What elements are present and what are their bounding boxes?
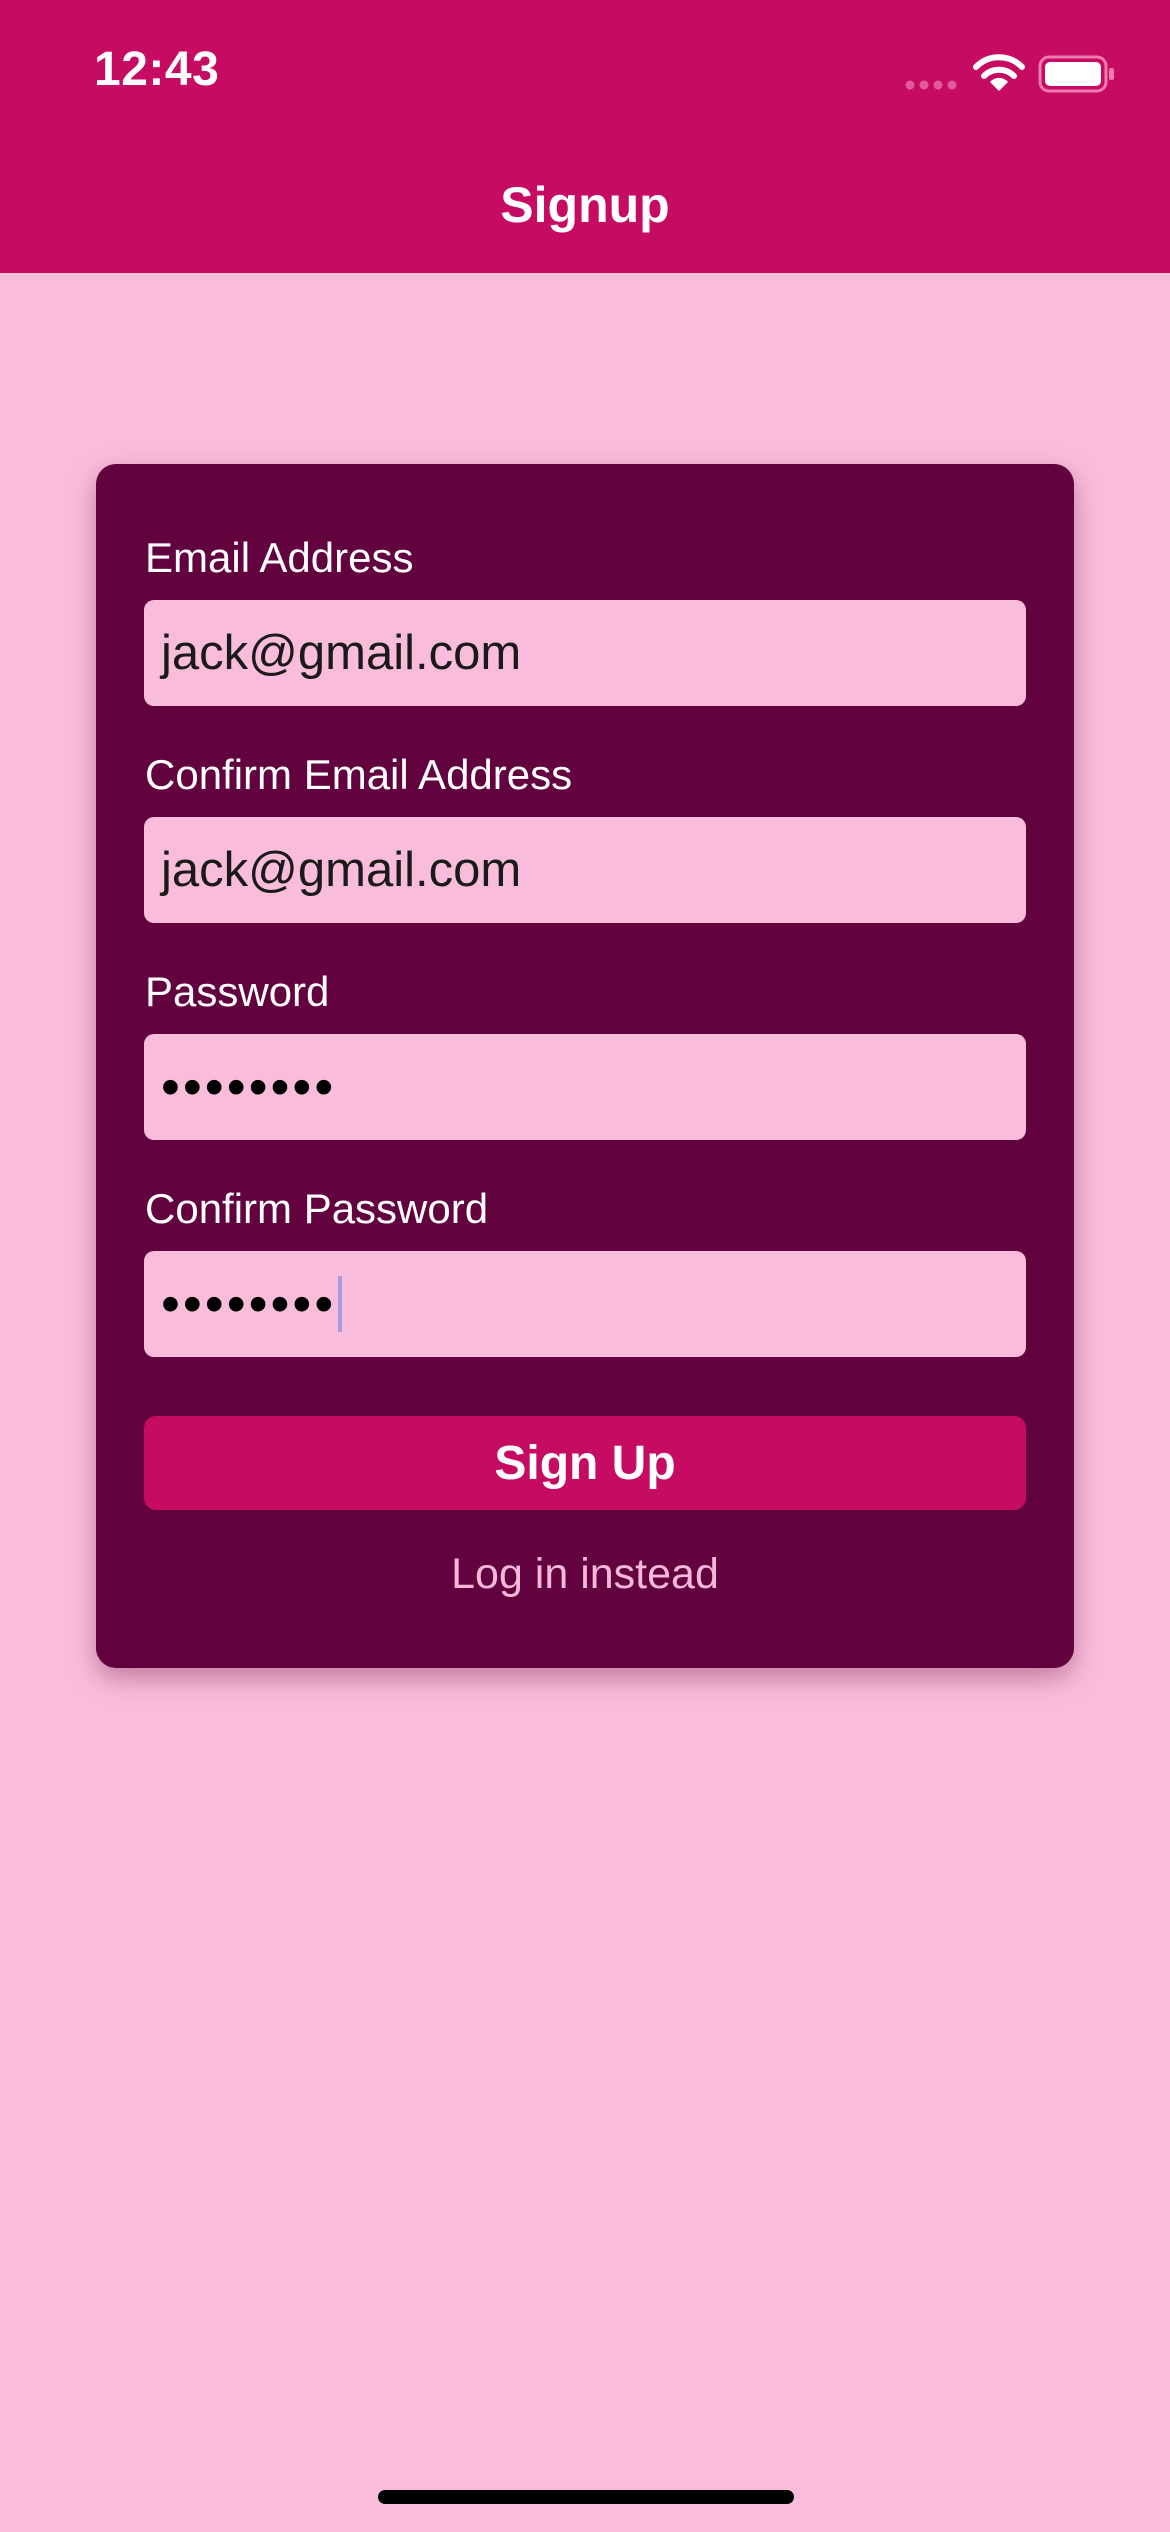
confirm-email-value: jack@gmail.com: [161, 843, 522, 897]
confirm-email-field[interactable]: jack@gmail.com: [144, 817, 1026, 923]
password-label: Password: [145, 968, 330, 1015]
signup-form-card: Email Address jack@gmail.com Confirm Ema…: [96, 464, 1074, 1668]
battery-icon: [1038, 55, 1114, 93]
confirm-password-masked-value: ••••••••: [161, 1274, 337, 1334]
log-in-instead-link[interactable]: Log in instead: [96, 1550, 1074, 1599]
cellular-signal-icon: [905, 80, 957, 90]
home-indicator[interactable]: [378, 2490, 794, 2504]
email-field[interactable]: jack@gmail.com: [144, 600, 1026, 706]
confirm-password-field[interactable]: ••••••••: [144, 1251, 1026, 1357]
password-field[interactable]: ••••••••: [144, 1034, 1026, 1140]
text-cursor: [338, 1276, 343, 1332]
email-label: Email Address: [145, 534, 414, 581]
wifi-icon: [973, 54, 1025, 91]
confirm-password-label: Confirm Password: [145, 1185, 489, 1232]
app-header: 12:43 Signup: [0, 0, 1170, 273]
email-value: jack@gmail.com: [161, 626, 522, 680]
password-masked-value: ••••••••: [161, 1057, 337, 1117]
sign-up-button[interactable]: Sign Up: [144, 1416, 1026, 1510]
status-time: 12:43: [94, 43, 220, 96]
page-title: Signup: [500, 177, 670, 233]
confirm-email-label: Confirm Email Address: [145, 751, 573, 798]
